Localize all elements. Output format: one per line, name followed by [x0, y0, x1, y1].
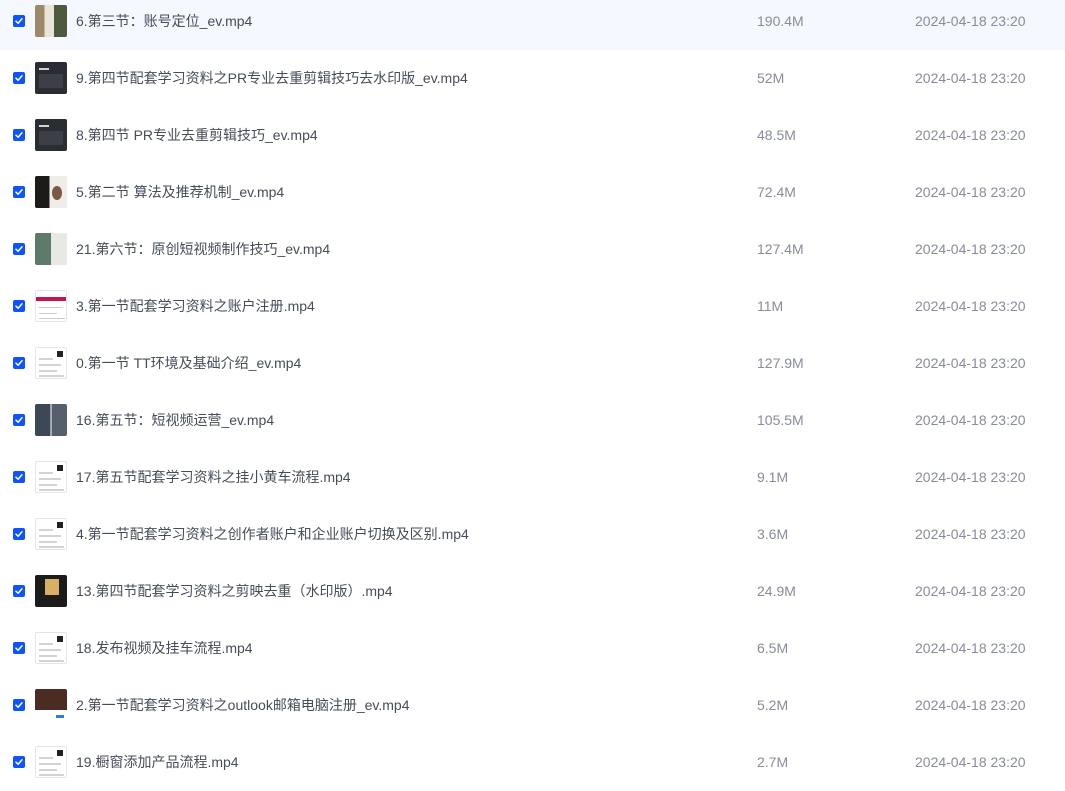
file-size: 5.2M: [757, 697, 789, 713]
file-size: 190.4M: [757, 13, 804, 29]
file-name[interactable]: 0.第一节 TT环境及基础介绍_ev.mp4: [76, 355, 301, 371]
file-size: 6.5M: [757, 640, 789, 656]
file-modified-time: 2024-04-18 23:20: [915, 754, 1026, 770]
file-name[interactable]: 17.第五节配套学习资料之挂小黄车流程.mp4: [76, 469, 351, 485]
file-size: 24.9M: [757, 583, 796, 599]
file-modified-time: 2024-04-18 23:20: [915, 70, 1026, 86]
checkmark-icon: [15, 360, 23, 366]
file-checkbox[interactable]: [13, 699, 25, 711]
file-row[interactable]: 8.第四节 PR专业去重剪辑技巧_ev.mp4 48.5M 2024-04-18 2…: [0, 107, 1065, 164]
file-row[interactable]: 9.第四节配套学习资料之PR专业去重剪辑技巧去水印版_ev.mp4 52M 2024…: [0, 50, 1065, 107]
file-size: 127.9M: [757, 355, 804, 371]
video-thumbnail[interactable]: [35, 746, 67, 778]
file-size: 48.5M: [757, 127, 796, 143]
checkmark-icon: [15, 474, 23, 480]
video-thumbnail[interactable]: [35, 689, 67, 721]
file-checkbox[interactable]: [13, 528, 25, 540]
file-modified-time: 2024-04-18 23:20: [915, 355, 1026, 371]
video-thumbnail[interactable]: [35, 233, 67, 265]
video-thumbnail[interactable]: [35, 62, 67, 94]
file-name[interactable]: 19.橱窗添加产品流程.mp4: [76, 754, 239, 770]
checkmark-icon: [15, 303, 23, 309]
video-thumbnail[interactable]: [35, 404, 67, 436]
file-row[interactable]: 5.第二节 算法及推荐机制_ev.mp4 72.4M 2024-04-18 23:2…: [0, 164, 1065, 221]
file-row[interactable]: 17.第五节配套学习资料之挂小黄车流程.mp4 9.1M 2024-04-18 23…: [0, 449, 1065, 506]
file-checkbox[interactable]: [13, 243, 25, 255]
video-thumbnail[interactable]: [35, 575, 67, 607]
checkmark-icon: [15, 759, 23, 765]
video-thumbnail[interactable]: [35, 290, 67, 322]
file-size: 11M: [757, 298, 784, 314]
file-name[interactable]: 3.第一节配套学习资料之账户注册.mp4: [76, 298, 315, 314]
file-checkbox[interactable]: [13, 15, 25, 27]
video-thumbnail[interactable]: [35, 632, 67, 664]
checkmark-icon: [15, 75, 23, 81]
file-modified-time: 2024-04-18 23:20: [915, 697, 1026, 713]
file-checkbox[interactable]: [13, 642, 25, 654]
file-row[interactable]: 19.橱窗添加产品流程.mp4 2.7M 2024-04-18 23:20: [0, 734, 1065, 791]
video-thumbnail[interactable]: [35, 5, 67, 37]
file-name[interactable]: 6.第三节：账号定位_ev.mp4: [76, 13, 252, 29]
file-modified-time: 2024-04-18 23:20: [915, 13, 1026, 29]
file-modified-time: 2024-04-18 23:20: [915, 127, 1026, 143]
file-modified-time: 2024-04-18 23:20: [915, 526, 1026, 542]
file-row[interactable]: 18.发布视频及挂车流程.mp4 6.5M 2024-04-18 23:20: [0, 620, 1065, 677]
file-modified-time: 2024-04-18 23:20: [915, 412, 1026, 428]
checkmark-icon: [15, 246, 23, 252]
file-size: 52M: [757, 70, 785, 86]
video-thumbnail[interactable]: [35, 518, 67, 550]
file-checkbox[interactable]: [13, 300, 25, 312]
file-size: 3.6M: [757, 526, 789, 542]
file-checkbox[interactable]: [13, 72, 25, 84]
file-size: 2.7M: [757, 754, 789, 770]
file-modified-time: 2024-04-18 23:20: [915, 469, 1026, 485]
file-name[interactable]: 9.第四节配套学习资料之PR专业去重剪辑技巧去水印版_ev.mp4: [76, 70, 468, 86]
checkmark-icon: [15, 417, 23, 423]
file-modified-time: 2024-04-18 23:20: [915, 241, 1026, 257]
file-modified-time: 2024-04-18 23:20: [915, 640, 1026, 656]
checkmark-icon: [15, 588, 23, 594]
video-thumbnail[interactable]: [35, 347, 67, 379]
file-checkbox[interactable]: [13, 129, 25, 141]
checkmark-icon: [15, 189, 23, 195]
checkmark-icon: [15, 702, 23, 708]
file-size: 105.5M: [757, 412, 804, 428]
file-size: 72.4M: [757, 184, 796, 200]
checkmark-icon: [15, 18, 23, 24]
file-row[interactable]: 2.第一节配套学习资料之outlook邮箱电脑注册_ev.mp4 5.2M 2024…: [0, 677, 1065, 734]
file-row[interactable]: 21.第六节：原创短视频制作技巧_ev.mp4 127.4M 2024-04-18 …: [0, 221, 1065, 278]
video-thumbnail[interactable]: [35, 119, 67, 151]
file-name[interactable]: 4.第一节配套学习资料之创作者账户和企业账户切换及区别.mp4: [76, 526, 469, 542]
file-size: 9.1M: [757, 469, 789, 485]
file-name[interactable]: 16.第五节：短视频运营_ev.mp4: [76, 412, 274, 428]
checkmark-icon: [15, 132, 23, 138]
file-modified-time: 2024-04-18 23:20: [915, 184, 1026, 200]
file-checkbox[interactable]: [13, 186, 25, 198]
checkmark-icon: [15, 645, 23, 651]
file-row[interactable]: 13.第四节配套学习资料之剪映去重（水印版）.mp4 24.9M 2024-04-1…: [0, 563, 1065, 620]
video-thumbnail[interactable]: [35, 461, 67, 493]
file-name[interactable]: 8.第四节 PR专业去重剪辑技巧_ev.mp4: [76, 127, 318, 143]
file-checkbox[interactable]: [13, 471, 25, 483]
file-checkbox[interactable]: [13, 357, 25, 369]
file-name[interactable]: 13.第四节配套学习资料之剪映去重（水印版）.mp4: [76, 583, 393, 599]
file-modified-time: 2024-04-18 23:20: [915, 583, 1026, 599]
file-row[interactable]: 6.第三节：账号定位_ev.mp4 190.4M 2024-04-18 23:20: [0, 0, 1065, 50]
file-size: 127.4M: [757, 241, 804, 257]
file-list: 6.第三节：账号定位_ev.mp4 190.4M 2024-04-18 23:20 9…: [0, 0, 1065, 791]
file-row[interactable]: 4.第一节配套学习资料之创作者账户和企业账户切换及区别.mp4 3.6M 2024-…: [0, 506, 1065, 563]
file-checkbox[interactable]: [13, 756, 25, 768]
video-thumbnail[interactable]: [35, 176, 67, 208]
file-row[interactable]: 16.第五节：短视频运营_ev.mp4 105.5M 2024-04-18 23:2…: [0, 392, 1065, 449]
file-row[interactable]: 3.第一节配套学习资料之账户注册.mp4 11M 2024-04-18 23:20: [0, 278, 1065, 335]
file-row[interactable]: 0.第一节 TT环境及基础介绍_ev.mp4 127.9M 2024-04-18 2…: [0, 335, 1065, 392]
file-checkbox[interactable]: [13, 585, 25, 597]
file-name[interactable]: 5.第二节 算法及推荐机制_ev.mp4: [76, 184, 284, 200]
file-modified-time: 2024-04-18 23:20: [915, 298, 1026, 314]
file-name[interactable]: 2.第一节配套学习资料之outlook邮箱电脑注册_ev.mp4: [76, 697, 409, 713]
file-name[interactable]: 21.第六节：原创短视频制作技巧_ev.mp4: [76, 241, 330, 257]
file-name[interactable]: 18.发布视频及挂车流程.mp4: [76, 640, 253, 656]
file-checkbox[interactable]: [13, 414, 25, 426]
checkmark-icon: [15, 531, 23, 537]
